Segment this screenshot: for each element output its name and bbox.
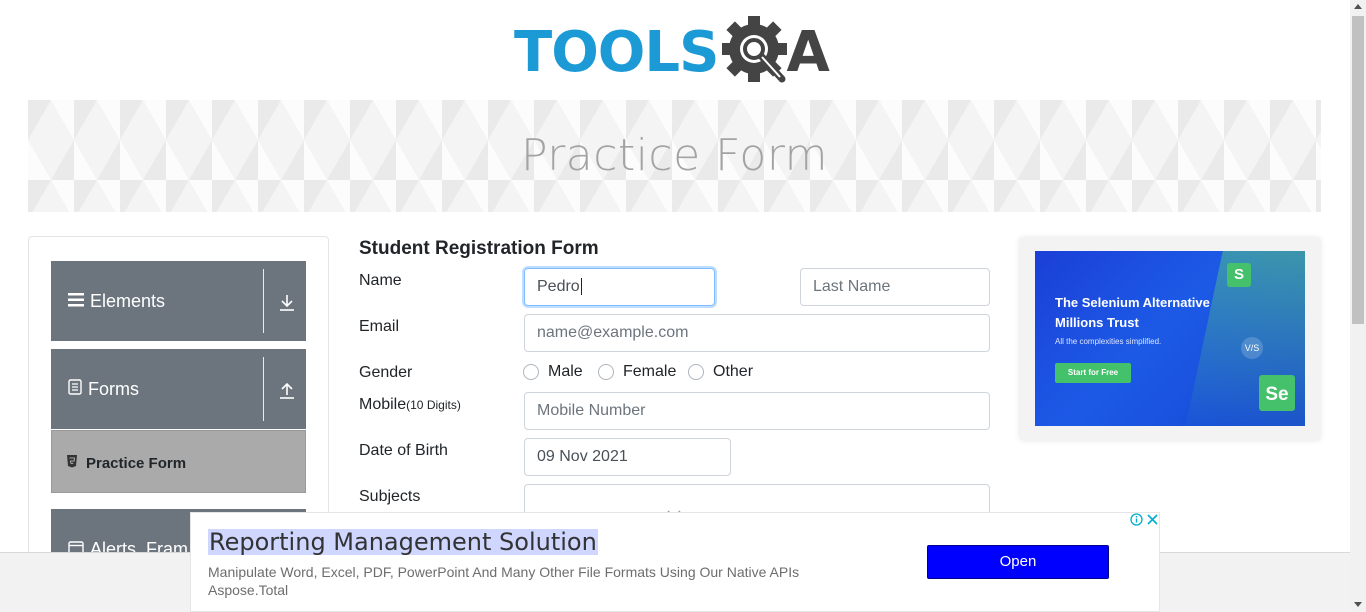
text-caret: [580, 278, 582, 296]
gender-radio-male[interactable]: Male: [523, 363, 583, 381]
subjects-label: Subjects: [359, 488, 421, 505]
sidebar-group-forms[interactable]: Forms: [51, 349, 306, 429]
email-input[interactable]: name@example.com: [524, 314, 990, 352]
adchoices: [1129, 513, 1159, 527]
toolsqa-logo[interactable]: TOOLS A: [514, 14, 840, 92]
mobile-hint: (10 Digits): [406, 398, 461, 412]
close-icon[interactable]: [1145, 513, 1159, 527]
download-arrow-icon[interactable]: [279, 294, 295, 312]
bottom-ad-title[interactable]: Reporting Management Solution: [208, 529, 598, 555]
date-of-birth-input[interactable]: 09 Nov 2021: [524, 438, 731, 476]
sidebar-item-practice-form[interactable]: Practice Form: [51, 430, 306, 493]
sidebar-item-label: Practice Form: [86, 454, 187, 472]
radio-label: Female: [623, 363, 677, 380]
mobile-label-text: Mobile: [359, 396, 407, 413]
bottom-ad-description: Manipulate Word, Excel, PDF, PowerPoint …: [208, 564, 800, 580]
sidebar-group-label: Elements: [90, 291, 166, 311]
upload-arrow-icon[interactable]: [279, 382, 295, 400]
bottom-ad-source: Aspose.Total: [208, 582, 289, 598]
vertical-scrollbar[interactable]: [1350, 0, 1366, 612]
ad-logo-large: Se: [1259, 375, 1295, 411]
radio-label: Other: [713, 363, 754, 380]
mobile-input[interactable]: Mobile Number: [524, 392, 990, 430]
bottom-ad[interactable]: Reporting Management Solution Manipulate…: [190, 512, 1160, 612]
document-icon: [68, 379, 82, 400]
ad-subtitle: All the complexities simplified.: [1055, 337, 1162, 346]
ad-start-button[interactable]: Start for Free: [1055, 363, 1131, 383]
gender-radio-other[interactable]: Other: [688, 363, 753, 381]
bottom-ad-open-button[interactable]: Open: [927, 545, 1109, 579]
radio-label: Male: [548, 363, 583, 380]
radio-circle[interactable]: [598, 364, 614, 380]
group-divider: [263, 357, 264, 421]
mobile-label: Mobile(10 Digits): [359, 396, 461, 414]
page-banner: Practice Form: [28, 100, 1321, 212]
last-name-input[interactable]: Last Name: [800, 268, 990, 306]
scroll-thumb[interactable]: [1352, 16, 1364, 324]
first-name-input[interactable]: Pedro: [524, 268, 715, 306]
gender-radio-female[interactable]: Female: [598, 363, 676, 381]
side-ad[interactable]: S The Selenium Alternative Millions Trus…: [1020, 238, 1320, 440]
dob-label: Date of Birth: [359, 442, 448, 459]
ad-vs-badge: V/S: [1241, 337, 1263, 359]
scroll-down-arrow-icon[interactable]: [1354, 602, 1362, 607]
hamburger-icon: [68, 291, 84, 312]
logo-text-main: TOOLS: [514, 20, 719, 85]
first-name-value: Pedro: [537, 278, 580, 295]
scroll-up-arrow-icon[interactable]: [1354, 4, 1362, 9]
ad-title: The Selenium Alternative Millions Trust: [1055, 295, 1210, 330]
radio-circle[interactable]: [688, 364, 704, 380]
page-title: Practice Form: [520, 130, 829, 181]
email-label: Email: [359, 318, 400, 335]
form-title: Student Registration Form: [359, 238, 599, 259]
page: TOOLS A Practice Form Elements Forms Pra…: [0, 0, 1350, 612]
sidebar-group-elements[interactable]: Elements: [51, 261, 306, 341]
radio-circle[interactable]: [523, 364, 539, 380]
sidebar-group-label: Forms: [88, 379, 139, 399]
name-label: Name: [359, 272, 402, 289]
gear-magnifier-icon: [721, 13, 790, 94]
ad-logo-small: S: [1227, 263, 1251, 287]
html5-icon: [66, 454, 78, 472]
gender-label: Gender: [359, 364, 413, 381]
side-ad-creative[interactable]: S The Selenium Alternative Millions Trus…: [1035, 251, 1305, 426]
logo-text-end: A: [786, 20, 830, 85]
group-divider: [263, 269, 264, 333]
info-icon[interactable]: [1129, 513, 1143, 527]
